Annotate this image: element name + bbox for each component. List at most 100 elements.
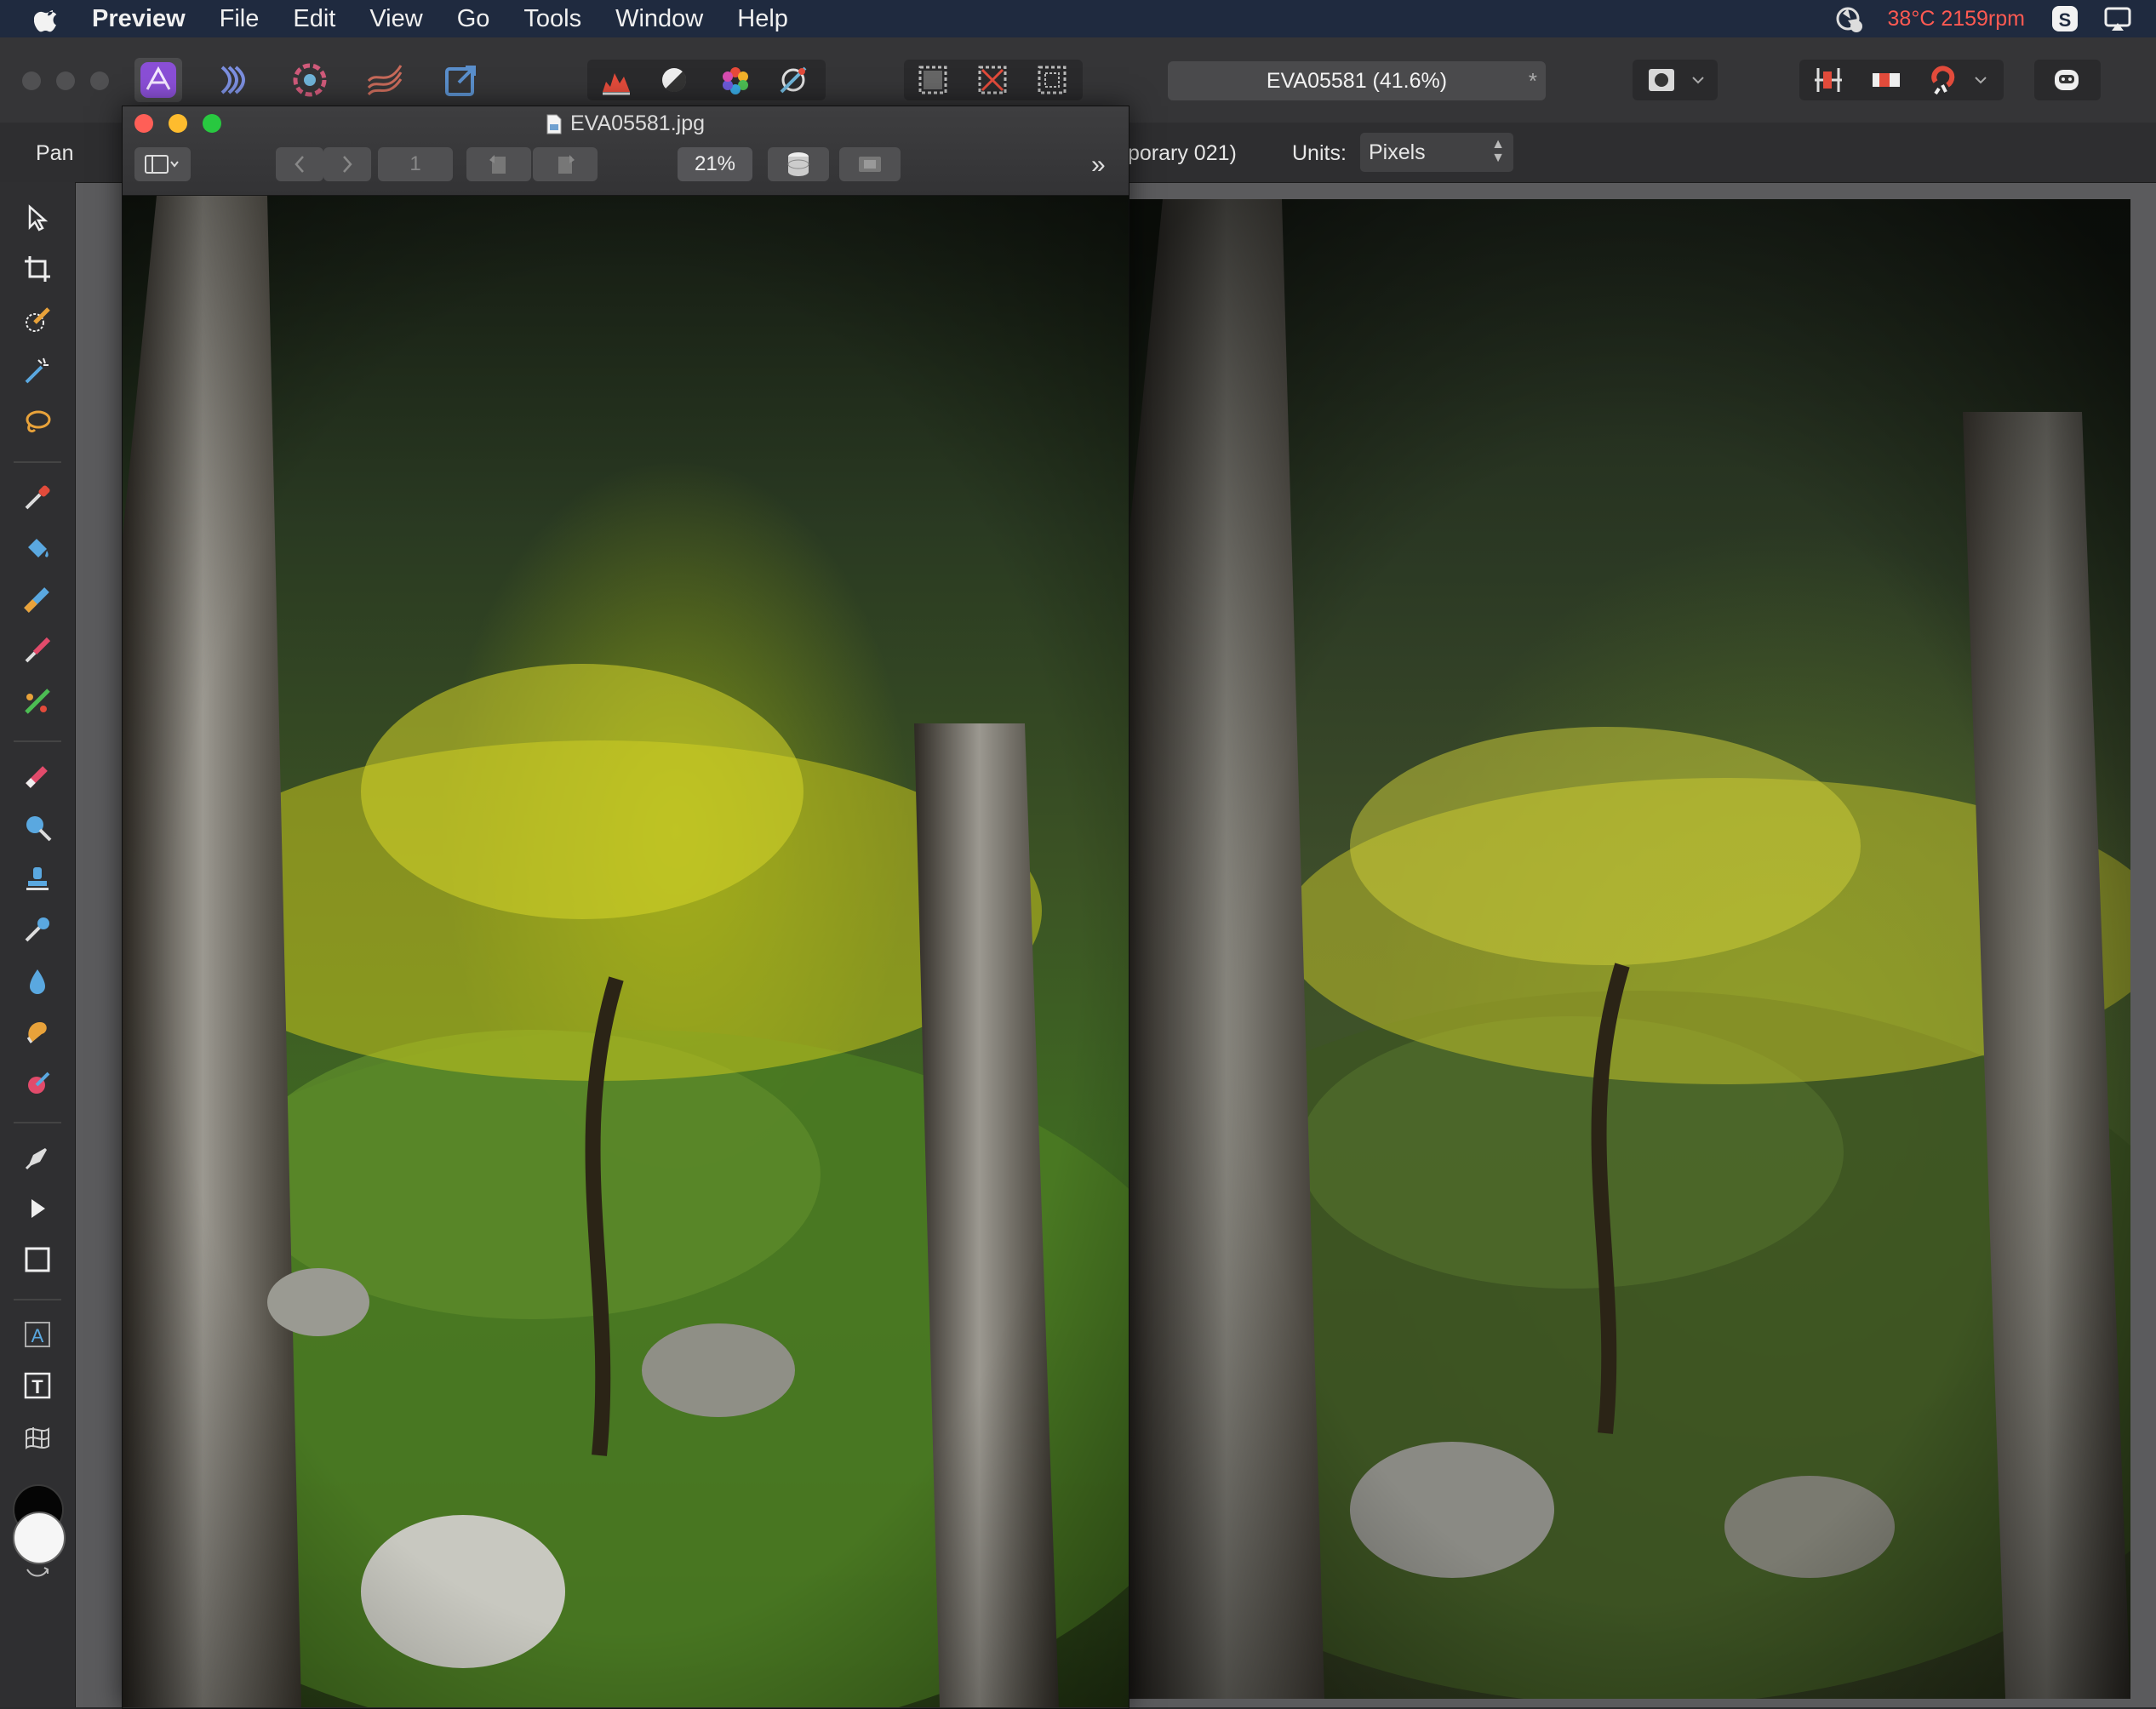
auto-levels-button[interactable]	[592, 58, 640, 102]
secondary-colour-swatch[interactable]	[13, 1512, 66, 1564]
inpainting-brush-icon	[28, 1072, 50, 1094]
menu-view[interactable]: View	[369, 5, 422, 33]
paint-brush-icon	[25, 637, 51, 663]
snapping-button[interactable]	[1804, 58, 1852, 102]
flood-select-icon	[25, 357, 49, 384]
dodge-brush-tool[interactable]	[17, 807, 58, 848]
flood-fill-icon	[28, 539, 49, 557]
node-tool[interactable]	[17, 1188, 58, 1229]
paint-brush-tool[interactable]	[17, 630, 58, 671]
liquify-persona-icon	[220, 66, 245, 94]
document-title-tab[interactable]: EVA05581 (41.6%) *	[1168, 61, 1546, 100]
menu-extras: 38°C 2159rpm S	[1835, 0, 2156, 37]
invert-selection-button[interactable]	[1028, 58, 1076, 102]
current-tool-label: Pan	[36, 141, 74, 165]
zoom-level-field[interactable]: 21%	[678, 147, 752, 181]
force-pixel-alignment-button[interactable]	[1862, 58, 1910, 102]
tools-divider	[14, 740, 61, 742]
crop-markup-button[interactable]	[839, 147, 901, 181]
tone-mapping-persona-button[interactable]	[361, 58, 409, 102]
swap-colours-icon[interactable]	[24, 1564, 51, 1581]
window-minimize-inactive[interactable]	[56, 71, 75, 90]
previous-page-button[interactable]	[276, 147, 323, 181]
apple-logo-icon[interactable]	[34, 4, 63, 33]
window-zoom-inactive[interactable]	[90, 71, 109, 90]
photo-persona-button[interactable]	[134, 58, 182, 102]
snapping-magnet-button[interactable]	[1920, 58, 1968, 102]
blur-brush-icon	[30, 969, 45, 994]
auto-colour-button[interactable]	[712, 58, 759, 102]
freehand-select-tool[interactable]	[17, 402, 58, 443]
tone-mapping-persona-icon	[367, 65, 403, 96]
disk-button[interactable]	[768, 147, 829, 181]
pixel-tool[interactable]	[17, 681, 58, 722]
preview-filename: EVA05581.jpg	[570, 111, 705, 135]
selection-brush-tool[interactable]	[17, 300, 58, 340]
colour-picker-tool[interactable]	[17, 477, 58, 517]
pen-tool[interactable]	[17, 1137, 58, 1178]
screen-capture-icon	[859, 157, 881, 172]
menu-file[interactable]: File	[220, 5, 260, 33]
svg-text:T: T	[31, 1376, 43, 1397]
tools-panel: A T	[0, 182, 76, 1707]
auto-white-balance-button[interactable]	[769, 58, 817, 102]
preview-toolbar: EVA05581.jpg 1 21% »	[123, 106, 1129, 196]
artistic-text-tool[interactable]: A	[17, 1314, 58, 1355]
skype-icon[interactable]: S	[2050, 4, 2079, 33]
deselect-button[interactable]	[969, 58, 1016, 102]
canvas-document-image[interactable]	[1129, 199, 2130, 1699]
chevron-right-icon	[343, 156, 352, 173]
next-page-button[interactable]	[323, 147, 371, 181]
flood-fill-tool[interactable]	[17, 528, 58, 569]
blur-brush-tool[interactable]	[17, 960, 58, 1001]
window-close-inactive[interactable]	[22, 71, 41, 90]
sidebar-toggle-button[interactable]	[134, 147, 191, 181]
mesh-warp-tool[interactable]	[17, 1416, 58, 1457]
menu-tools[interactable]: Tools	[523, 5, 581, 33]
chevron-up-down-icon: ▲ ▼	[1491, 137, 1505, 165]
assistant-button[interactable]	[2043, 58, 2090, 102]
svg-text:A: A	[31, 1325, 44, 1346]
quick-mask-button[interactable]	[1638, 58, 1685, 102]
quick-mask-dropdown[interactable]	[1685, 58, 1711, 102]
crop-tool[interactable]	[17, 249, 58, 289]
toolbar-overflow-button[interactable]: »	[1091, 151, 1106, 180]
preview-window-title: EVA05581.jpg	[123, 111, 1129, 136]
screen-mirroring-icon[interactable]	[2103, 4, 2132, 33]
rotate-left-button[interactable]	[466, 147, 531, 181]
clone-brush-tool[interactable]	[17, 858, 58, 899]
fan-monitor-icon[interactable]	[1835, 4, 1864, 33]
rotate-right-button[interactable]	[533, 147, 598, 181]
burn-brush-tool[interactable]	[17, 1011, 58, 1052]
frame-text-tool[interactable]: T	[17, 1365, 58, 1406]
menu-edit[interactable]: Edit	[293, 5, 335, 33]
inpainting-brush-tool[interactable]	[17, 1062, 58, 1103]
liquify-persona-button[interactable]	[211, 58, 259, 102]
rectangle-tool[interactable]	[17, 1239, 58, 1280]
chevron-left-icon	[295, 156, 304, 173]
auto-contrast-icon	[662, 68, 687, 93]
forest-photo-original	[123, 196, 1129, 1707]
snapping-dropdown[interactable]	[1968, 58, 1993, 102]
units-label: Units:	[1292, 141, 1347, 165]
preview-image[interactable]	[123, 196, 1129, 1707]
select-all-button[interactable]	[909, 58, 957, 102]
menu-window[interactable]: Window	[615, 5, 703, 33]
move-tool[interactable]	[17, 197, 58, 238]
export-persona-button[interactable]	[437, 58, 485, 102]
gradient-tool[interactable]	[17, 579, 58, 620]
auto-contrast-button[interactable]	[650, 58, 698, 102]
smudge-brush-tool[interactable]	[17, 909, 58, 950]
develop-persona-button[interactable]	[286, 58, 334, 102]
erase-brush-tool[interactable]	[17, 756, 58, 797]
menu-app-name[interactable]: Preview	[92, 5, 186, 33]
temperature-status[interactable]: 38°C 2159rpm	[1888, 7, 2025, 31]
histogram-auto-levels-icon	[603, 73, 630, 95]
menu-help[interactable]: Help	[737, 5, 788, 33]
develop-persona-icon	[293, 63, 327, 97]
units-select[interactable]: Pixels ▲ ▼	[1360, 133, 1513, 172]
page-number-field[interactable]: 1	[378, 147, 453, 181]
menu-go[interactable]: Go	[457, 5, 490, 33]
flood-select-tool[interactable]	[17, 351, 58, 392]
preview-window[interactable]: EVA05581.jpg 1 21% »	[122, 106, 1129, 1709]
